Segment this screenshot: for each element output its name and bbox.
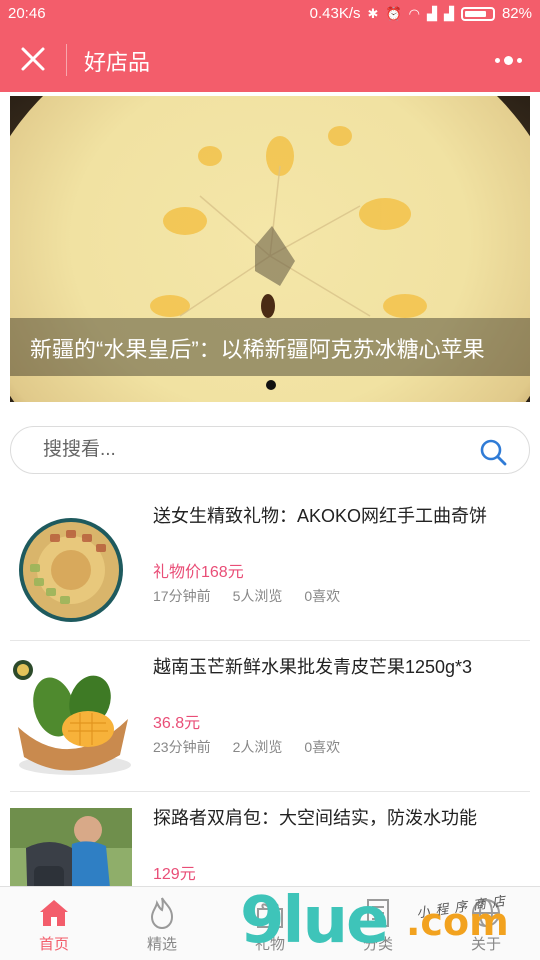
tab-featured[interactable]: 精选: [108, 887, 216, 960]
tab-label: 关于: [470, 936, 501, 953]
banner-carousel[interactable]: 新疆的“水果皇后”：以稀新疆阿克苏冰糖心苹果: [10, 96, 530, 402]
nav-divider: [66, 44, 67, 76]
search-input[interactable]: [43, 427, 463, 473]
search-icon[interactable]: [479, 438, 507, 466]
product-price: 36.8元: [153, 715, 201, 732]
more-icon-center: [503, 55, 513, 65]
category-icon: [367, 899, 389, 927]
product-views: 5人浏览: [232, 588, 283, 604]
tab-home[interactable]: 首页: [0, 887, 108, 960]
list-item[interactable]: 送女生精致礼物：AKOKO网红手工曲奇饼 礼物价168元 17分钟前 5人浏览 …: [10, 490, 530, 641]
tab-label: 精选: [146, 936, 177, 953]
status-bar: 20:46 0.43K/s ✱ ⏰ ◠ ▟ ▟ 82%: [0, 0, 540, 28]
signal-icon-2: ▟: [443, 5, 454, 21]
wifi-icon: ◠: [408, 5, 420, 21]
page-title: 好店品: [84, 50, 151, 75]
gift-icon: [257, 903, 283, 928]
network-speed: 0.43K/s: [309, 5, 361, 22]
product-likes: 0喜欢: [304, 739, 341, 755]
product-likes: 0喜欢: [304, 588, 341, 604]
tab-label: 礼物: [254, 936, 285, 953]
product-time: 23分钟前: [153, 739, 211, 755]
search-bar: [10, 426, 530, 474]
more-button[interactable]: [490, 50, 526, 70]
signal-icon: ▟: [426, 5, 437, 21]
product-price: 129元: [153, 866, 196, 883]
battery-icon: [460, 6, 495, 21]
product-time: 17分钟前: [153, 588, 211, 604]
tab-label: 首页: [38, 936, 69, 953]
list-item[interactable]: 越南玉芒新鲜水果批发青皮芒果1250g*3 36.8元 23分钟前 2人浏览 0…: [10, 641, 530, 792]
flame-icon: [150, 897, 174, 930]
home-icon: [40, 900, 68, 926]
tab-gift[interactable]: 礼物: [216, 887, 324, 960]
product-meta: 23分钟前 2人浏览 0喜欢: [153, 737, 340, 757]
nav-bar: 好店品: [0, 28, 540, 92]
product-thumbnail-mango: [10, 657, 132, 779]
tab-label: 分类: [362, 936, 393, 953]
tab-about[interactable]: 关于: [432, 887, 540, 960]
product-title: 送女生精致礼物：AKOKO网红手工曲奇饼: [153, 506, 488, 526]
close-button[interactable]: [14, 42, 52, 78]
product-title: 探路者双肩包：大空间结实，防泼水功能: [153, 808, 477, 828]
product-thumbnail-cookies: [10, 506, 132, 628]
status-time: 20:46: [8, 5, 46, 22]
bluetooth-icon: ✱: [367, 5, 379, 21]
carousel-indicator: [266, 380, 276, 390]
more-icon-right: [516, 57, 522, 63]
status-icons: 0.43K/s ✱ ⏰ ◠ ▟ ▟ 82%: [310, 5, 532, 22]
product-price: 礼物价168元: [153, 564, 244, 581]
close-icon: [21, 47, 45, 71]
tab-category[interactable]: 分类: [324, 887, 432, 960]
battery-percent: 82%: [501, 5, 532, 22]
banner-caption: 新疆的“水果皇后”：以稀新疆阿克苏冰糖心苹果: [10, 318, 530, 376]
globe-icon: [472, 899, 500, 927]
product-title: 越南玉芒新鲜水果批发青皮芒果1250g*3: [153, 657, 473, 677]
more-icon: [494, 57, 500, 63]
product-meta: 17分钟前 5人浏览 0喜欢: [153, 586, 340, 606]
tab-bar: 首页 精选 礼物 分类 关于: [0, 886, 540, 960]
product-views: 2人浏览: [232, 739, 283, 755]
product-list: 送女生精致礼物：AKOKO网红手工曲奇饼 礼物价168元 17分钟前 5人浏览 …: [10, 490, 530, 943]
alarm-icon: ⏰: [385, 5, 402, 21]
